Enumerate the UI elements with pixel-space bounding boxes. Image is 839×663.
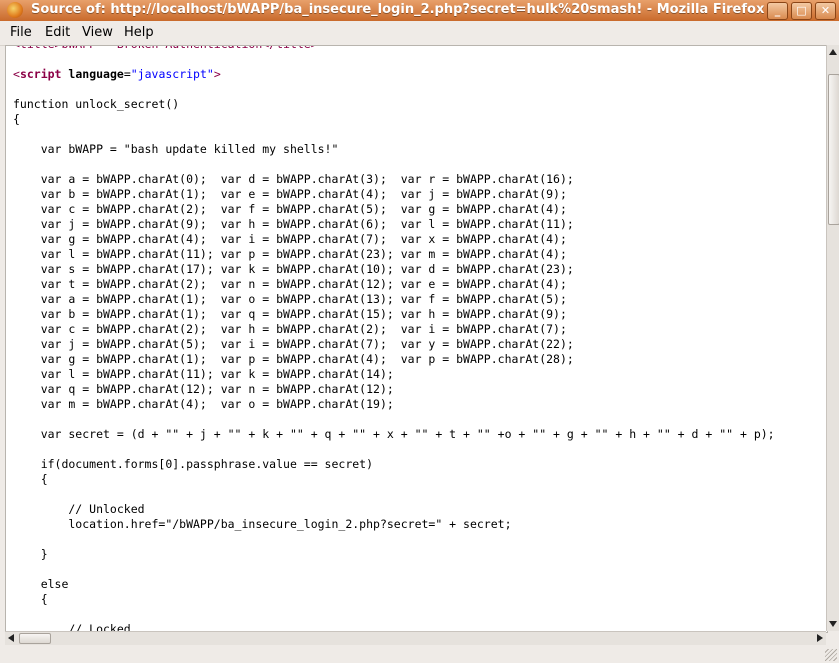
- title-bar[interactable]: Source of: http://localhost/bWAPP/ba_ins…: [0, 0, 839, 21]
- menu-bar: File Edit View Help: [0, 21, 839, 46]
- source-line: var b = bWAPP.charAt(1); var e = bWAPP.c…: [13, 187, 567, 201]
- source-line: {: [13, 112, 20, 126]
- source-line: var bWAPP = "bash update killed my shell…: [13, 142, 339, 156]
- menu-file[interactable]: File: [10, 25, 32, 40]
- horizontal-scroll-thumb[interactable]: [19, 633, 51, 644]
- source-line: var a = bWAPP.charAt(0); var d = bWAPP.c…: [13, 172, 574, 186]
- vertical-scroll-thumb[interactable]: [828, 74, 839, 225]
- source-line: var l = bWAPP.charAt(11); var k = bWAPP.…: [13, 367, 394, 381]
- source-line: var m = bWAPP.charAt(4); var o = bWAPP.c…: [13, 397, 394, 411]
- source-line: var b = bWAPP.charAt(1); var q = bWAPP.c…: [13, 307, 567, 321]
- source-line: {: [13, 592, 48, 606]
- source-line: var g = bWAPP.charAt(4); var i = bWAPP.c…: [13, 232, 567, 246]
- source-line: <title>bWAPP - Broken Authentication</ti…: [13, 46, 318, 51]
- source-line: var t = bWAPP.charAt(2); var n = bWAPP.c…: [13, 277, 567, 291]
- source-line: if(document.forms[0].passphrase.value ==…: [13, 457, 374, 471]
- status-bar: [0, 645, 839, 663]
- menu-help[interactable]: Help: [124, 25, 154, 40]
- source-line: }: [13, 547, 48, 561]
- source-line: var c = bWAPP.charAt(2); var h = bWAPP.c…: [13, 322, 567, 336]
- scroll-left-arrow-icon[interactable]: [8, 634, 14, 642]
- close-button[interactable]: ✕: [815, 2, 836, 20]
- source-line: var a = bWAPP.charAt(1); var o = bWAPP.c…: [13, 292, 567, 306]
- source-line: {: [13, 472, 48, 486]
- scroll-up-arrow-icon[interactable]: [829, 49, 837, 55]
- source-line: else: [13, 577, 69, 591]
- source-line: var c = bWAPP.charAt(2); var f = bWAPP.c…: [13, 202, 567, 216]
- source-line: var secret = (d + "" + j + "" + k + "" +…: [13, 427, 775, 441]
- window-title: Source of: http://localhost/bWAPP/ba_ins…: [31, 2, 765, 17]
- menu-view[interactable]: View: [82, 25, 113, 40]
- source-line: var s = bWAPP.charAt(17); var k = bWAPP.…: [13, 262, 574, 276]
- source-line: location.href="/bWAPP/ba_insecure_login_…: [13, 517, 512, 531]
- source-line: var g = bWAPP.charAt(1); var p = bWAPP.c…: [13, 352, 574, 366]
- scroll-down-arrow-icon[interactable]: [829, 621, 837, 627]
- scroll-right-arrow-icon[interactable]: [817, 634, 823, 642]
- maximize-button[interactable]: □: [791, 2, 812, 20]
- source-line: var l = bWAPP.charAt(11); var p = bWAPP.…: [13, 247, 567, 261]
- vertical-scrollbar[interactable]: [826, 45, 839, 631]
- source-view[interactable]: <title>bWAPP - Broken Authentication</ti…: [5, 45, 828, 633]
- source-code: <title>bWAPP - Broken Authentication</ti…: [13, 46, 775, 632]
- source-line: function unlock_secret(): [13, 97, 180, 111]
- firefox-icon: [7, 2, 23, 18]
- minimize-button[interactable]: _: [767, 2, 788, 20]
- source-line: <script language="javascript">: [13, 67, 221, 81]
- horizontal-scrollbar[interactable]: [5, 631, 826, 645]
- source-line: var j = bWAPP.charAt(5); var i = bWAPP.c…: [13, 337, 574, 351]
- source-line: var q = bWAPP.charAt(12); var n = bWAPP.…: [13, 382, 394, 396]
- menu-edit[interactable]: Edit: [45, 25, 70, 40]
- source-line: // Unlocked: [13, 502, 145, 516]
- source-line: var j = bWAPP.charAt(9); var h = bWAPP.c…: [13, 217, 574, 231]
- resize-grip-icon[interactable]: [825, 649, 837, 661]
